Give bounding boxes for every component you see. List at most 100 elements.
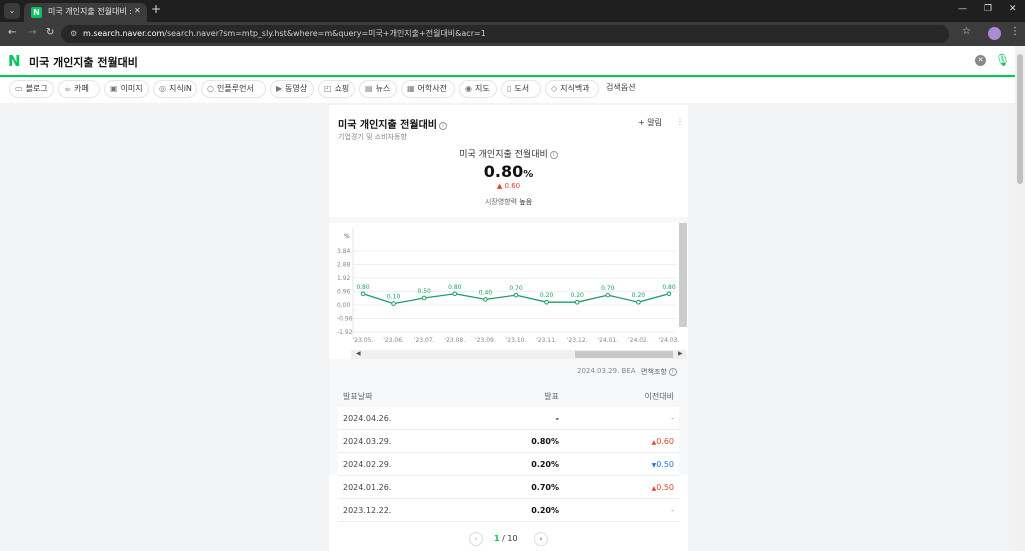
- news-icon: ▤: [365, 84, 373, 93]
- release-date: 2024.02.29.: [343, 460, 392, 469]
- new-tab-icon[interactable]: +: [151, 2, 161, 16]
- header-date: 발표날짜: [343, 392, 373, 401]
- change-value: ▼0.50: [651, 460, 674, 469]
- address-toolbar: ← → ↻ ⚙ m.search.naver.com/search.naver?…: [0, 22, 1025, 46]
- search-input[interactable]: 미국 개인지출 전월대비: [29, 54, 138, 70]
- category-chip[interactable]: ▣ 이미지: [104, 80, 149, 98]
- metric-change: ▲ 0.60: [496, 182, 521, 190]
- category-chip[interactable]: ☕ 카페: [58, 80, 100, 98]
- category-chip[interactable]: ▦ 어학사전: [401, 80, 455, 98]
- category-chip-label: 인플루언서: [216, 84, 254, 93]
- header-value: 발표: [544, 392, 559, 401]
- metric-info-icon[interactable]: i: [549, 151, 558, 159]
- more-icon[interactable]: ⋮: [676, 117, 684, 126]
- back-icon[interactable]: ←: [8, 27, 16, 38]
- tab-search-icon[interactable]: ⌄: [4, 3, 20, 19]
- disclaimer-info-icon[interactable]: i: [668, 368, 677, 376]
- blog-icon: ▭: [15, 84, 23, 93]
- category-chip[interactable]: ▶ 동영상: [270, 80, 314, 98]
- category-chip[interactable]: ◎ 지식iN: [153, 80, 197, 98]
- x-tick-label: '23.07.: [414, 337, 435, 344]
- data-point: [605, 292, 611, 298]
- encyclopedia-icon: ◇: [551, 84, 558, 93]
- page-scrollbar[interactable]: [1015, 46, 1025, 551]
- category-chip[interactable]: ◉ 지도: [459, 80, 497, 98]
- y-unit-label: %: [344, 233, 350, 240]
- profile-avatar[interactable]: [988, 27, 1001, 40]
- reload-icon[interactable]: ↻: [46, 27, 54, 38]
- data-point: [391, 301, 396, 306]
- release-value: 0.80%: [531, 437, 559, 446]
- card-subtitle: 기업경기 및 소비자동향: [338, 133, 407, 141]
- browser-menu-icon[interactable]: ⋮: [1010, 26, 1020, 37]
- pagination: ‹ 1 / 10 ›: [329, 532, 688, 546]
- minimize-icon[interactable]: —: [958, 4, 967, 14]
- source-text: 2024.03.29. BEA: [577, 367, 636, 375]
- page-scrollbar-thumb[interactable]: [1017, 54, 1023, 184]
- bookmark-star-icon[interactable]: ☆: [962, 26, 971, 37]
- voice-search-icon[interactable]: 🎙: [995, 53, 1010, 67]
- release-value: 0.20%: [531, 460, 559, 469]
- table-row: 2024.03.29. 0.80% ▲0.60: [338, 430, 679, 453]
- category-chip-label: 동영상: [285, 84, 308, 93]
- category-chip[interactable]: ○ 인플루언서: [201, 80, 266, 98]
- image-icon: ▣: [110, 84, 118, 93]
- tab-close-icon[interactable]: ✕: [134, 6, 141, 15]
- x-tick-label: '23.08.: [444, 337, 465, 344]
- x-tick-label: '23.11.: [536, 337, 557, 344]
- forward-icon[interactable]: →: [28, 27, 36, 38]
- category-chip[interactable]: ▤ 뉴스: [359, 80, 397, 98]
- alert-button[interactable]: + 알림: [638, 117, 662, 128]
- chart-scroll-thumb[interactable]: [575, 351, 673, 358]
- metric-label: 미국 개인지출 전월대비 i: [329, 147, 688, 160]
- up-arrow-icon: ▲: [496, 182, 503, 190]
- y-tick-label: 0.96: [337, 289, 351, 296]
- y-tick-label: 3.84: [337, 248, 351, 255]
- data-label: 0.20: [540, 292, 554, 299]
- indicator-card: 미국 개인지출 전월대비 i 기업경기 및 소비자동향 + 알림 ⋮ 미국 개인지…: [329, 105, 688, 551]
- category-chip-label: 지도: [474, 84, 490, 93]
- browser-tab[interactable]: N 미국 개인지출 전월대비 : 네이 ✕: [24, 3, 147, 22]
- change-value: -: [671, 506, 674, 515]
- window-close-icon[interactable]: ✕: [1009, 4, 1017, 14]
- x-tick-label: '23.09.: [475, 337, 496, 344]
- map-pin-icon: ◉: [465, 84, 472, 93]
- category-chip[interactable]: ▯ 도서: [501, 80, 541, 98]
- chart-vertical-scrollbar[interactable]: [679, 223, 687, 327]
- disclaimer-link[interactable]: 면책조항 i: [641, 367, 677, 377]
- category-chip[interactable]: ◇ 지식백과: [545, 80, 599, 98]
- info-icon[interactable]: i: [438, 122, 447, 130]
- data-point: [666, 291, 672, 297]
- change-value: -: [671, 414, 674, 423]
- category-chip-label: 카페: [74, 84, 89, 93]
- y-tick-label: 0.00: [337, 302, 351, 309]
- data-label: 0.50: [418, 288, 432, 295]
- browser-tab-strip: ⌄ N 미국 개인지출 전월대비 : 네이 ✕ + — ❐ ✕: [0, 0, 1025, 22]
- url-text[interactable]: m.search.naver.com/search.naver?sm=mtp_s…: [83, 28, 486, 39]
- y-tick-label: -0.96: [337, 316, 353, 323]
- category-chip[interactable]: 검색옵션: [606, 80, 646, 98]
- clear-search-icon[interactable]: ✕: [975, 55, 986, 66]
- y-tick-label: -1.92: [337, 329, 353, 336]
- site-info-icon[interactable]: ⚙: [70, 29, 77, 38]
- line-chart-svg: % 3.84 2.88 1.92 0.96 0.00 -0.96 -1.92 0.80 '23.0…: [337, 228, 679, 344]
- category-chip[interactable]: ▭ 블로그: [9, 80, 54, 98]
- release-date: 2024.04.26.: [343, 414, 392, 423]
- chart-horizontal-scrollbar[interactable]: ◀ ▶: [351, 350, 687, 359]
- address-bar[interactable]: ⚙ m.search.naver.com/search.naver?sm=mtp…: [61, 25, 949, 43]
- naver-logo[interactable]: N: [8, 52, 21, 70]
- x-tick-label: '24.02.: [628, 337, 649, 344]
- category-chip-label: 검색옵션: [606, 83, 636, 92]
- prev-page-icon[interactable]: ‹: [469, 532, 483, 546]
- release-value: 0.70%: [531, 483, 559, 492]
- category-chip[interactable]: ◰ 쇼핑: [318, 80, 355, 98]
- scroll-right-icon[interactable]: ▶: [678, 350, 683, 357]
- scroll-left-icon[interactable]: ◀: [356, 350, 361, 357]
- release-date: 2024.01.26.: [343, 483, 392, 492]
- data-point: [544, 299, 549, 305]
- x-tick-label: '24.01.: [597, 337, 618, 344]
- restore-icon[interactable]: ❐: [984, 4, 992, 14]
- data-point: [513, 292, 519, 298]
- release-value: -: [555, 414, 559, 423]
- next-page-icon[interactable]: ›: [534, 532, 548, 546]
